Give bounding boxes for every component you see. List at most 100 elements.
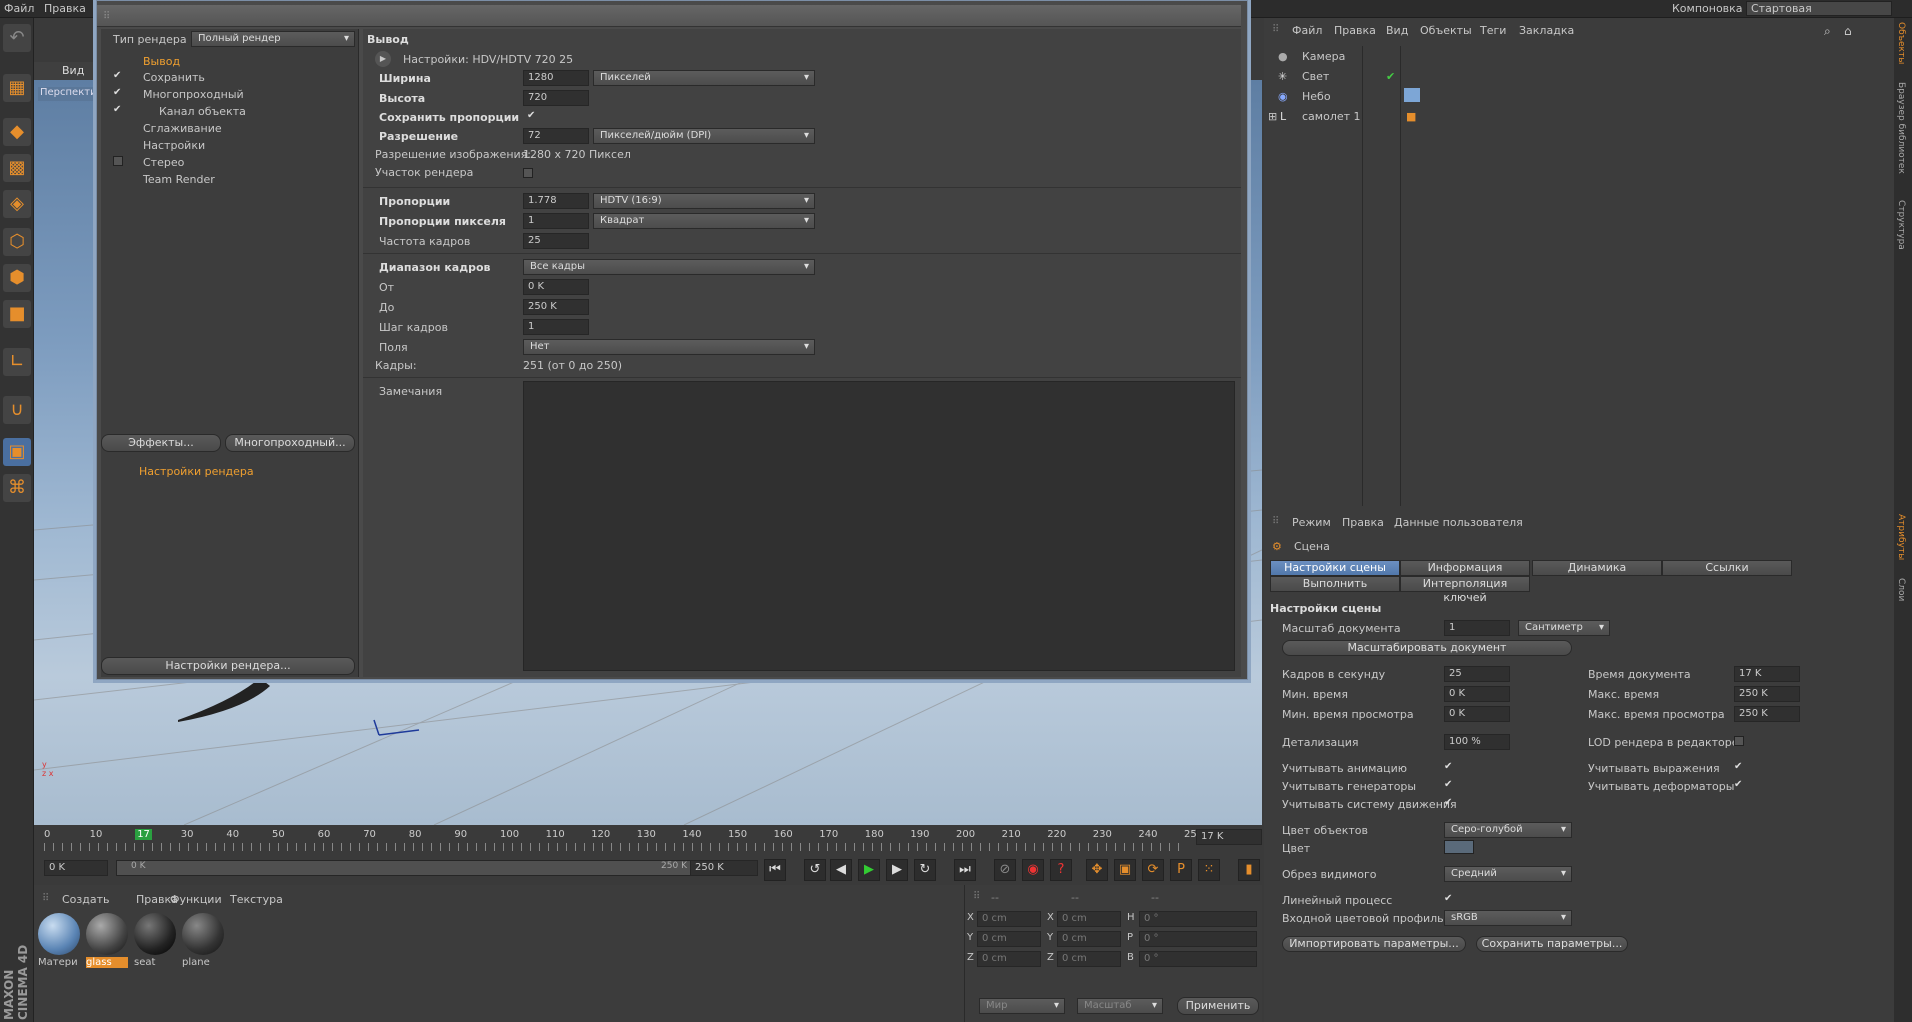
region-label[interactable]: Участок рендера [375, 166, 473, 179]
use-gen-check[interactable]: ✔ [1444, 780, 1454, 790]
mat-menu-function[interactable]: Функции [170, 893, 222, 906]
import-params-button[interactable]: Импортировать параметры... [1282, 936, 1466, 952]
view-menu[interactable]: Вид [62, 64, 84, 77]
height-field[interactable]: 720 [523, 90, 589, 106]
tab-dynamics[interactable]: Динамика [1532, 560, 1662, 576]
material-glass-label[interactable]: glass [86, 957, 128, 968]
side-tab-library[interactable]: Браузер библиотек [1896, 82, 1906, 174]
render-type-dropdown[interactable]: Полный рендер [191, 31, 355, 47]
object-mode-icon[interactable]: ◆ [3, 118, 31, 146]
move-key-icon[interactable]: ✥ [1086, 859, 1108, 881]
material-plane-label[interactable]: plane [182, 957, 224, 968]
scale-document-button[interactable]: Масштабировать документ [1282, 640, 1572, 656]
start-frame-field[interactable]: 0 K [44, 860, 108, 876]
render-settings-item[interactable]: Настройки рендера [139, 465, 254, 478]
effects-button[interactable]: Эффекты... [101, 434, 221, 452]
color-swatch[interactable] [1444, 840, 1474, 854]
coord-field[interactable]: 0 ° [1139, 951, 1257, 967]
tab-execute[interactable]: Выполнить [1270, 576, 1400, 592]
save-params-button[interactable]: Сохранить параметры... [1476, 936, 1628, 952]
material-sky-label[interactable]: Матери [38, 957, 80, 968]
menu-file[interactable]: Файл [4, 2, 34, 15]
min-time-field[interactable]: 0 K [1444, 686, 1510, 702]
linear-check[interactable]: ✔ [1444, 894, 1454, 904]
doc-scale-field[interactable]: 1 [1444, 620, 1510, 636]
clip-dropdown[interactable]: Средний [1444, 866, 1572, 882]
notes-textarea[interactable] [523, 381, 1235, 671]
doc-time-field[interactable]: 17 K [1734, 666, 1800, 682]
tree-save[interactable]: Сохранить [143, 71, 205, 84]
obj-item-plane[interactable]: самолет 1 [1302, 110, 1361, 123]
fps-field[interactable]: 25 [1444, 666, 1510, 682]
obj-item-light[interactable]: Свет [1302, 70, 1329, 83]
side-tab-structure[interactable]: Структура [1896, 200, 1906, 250]
current-frame-field[interactable]: 17 K [1196, 829, 1262, 845]
scale-key-icon[interactable]: ▣ [1114, 859, 1136, 881]
width-unit-dropdown[interactable]: Пикселей [593, 70, 815, 86]
max-time-field[interactable]: 250 K [1734, 686, 1800, 702]
tree-stereo[interactable]: Стерео [143, 156, 184, 169]
snap-icon[interactable]: ▣ [3, 438, 31, 466]
pixel-aspect-field[interactable]: 1 [523, 213, 589, 229]
coord-field[interactable]: 0 ° [1139, 911, 1257, 927]
go-to-end-icon[interactable]: ⏭ [954, 859, 976, 881]
tree-team-render[interactable]: Team Render [143, 173, 215, 186]
attr-menu-edit[interactable]: Правка [1342, 516, 1384, 529]
home-icon[interactable]: ⌂ [1844, 24, 1852, 38]
side-tab-layers[interactable]: Слои [1896, 578, 1906, 601]
multipass-check[interactable]: ✔ [113, 88, 123, 98]
enabled-check-icon[interactable]: ✔ [1386, 70, 1395, 83]
axis-icon[interactable]: ∟ [3, 348, 31, 376]
use-anim-check[interactable]: ✔ [1444, 762, 1454, 772]
obj-color-dropdown[interactable]: Серо-голубой [1444, 822, 1572, 838]
save-check[interactable]: ✔ [113, 71, 123, 81]
width-field[interactable]: 1280 [523, 70, 589, 86]
record-icon[interactable]: ◉ [1022, 859, 1044, 881]
coord-field[interactable]: 0 ° [1139, 931, 1257, 947]
next-frame-icon[interactable]: ▶ [886, 859, 908, 881]
attr-menu-mode[interactable]: Режим [1292, 516, 1331, 529]
coord-system-dropdown[interactable]: Мир [979, 998, 1065, 1014]
sky-material-tag[interactable] [1404, 88, 1420, 102]
search-icon[interactable]: ⌕ [1824, 24, 1831, 39]
preset-play-icon[interactable]: ▶ [375, 51, 391, 67]
grid-key-icon[interactable]: ⁙ [1198, 859, 1220, 881]
max-preview-field[interactable]: 250 K [1734, 706, 1800, 722]
tab-key-interp[interactable]: Интерполяция ключей [1400, 576, 1530, 604]
tree-multipass[interactable]: Многопроходный [143, 88, 244, 101]
undo-icon[interactable]: ↶ [3, 24, 31, 52]
attr-menu-userdata[interactable]: Данные пользователя [1394, 516, 1523, 529]
mat-menu-create[interactable]: Создать [62, 893, 110, 906]
magnet-icon[interactable]: ∪ [3, 396, 31, 424]
coord-field[interactable]: 0 cm [1057, 911, 1121, 927]
layout-dropdown[interactable]: Стартовая [1746, 1, 1892, 16]
lod-field[interactable]: 100 % [1444, 734, 1510, 750]
aspect-preset-dropdown[interactable]: HDTV (16:9) [593, 193, 815, 209]
material-plane-swatch[interactable] [182, 913, 224, 955]
polygons-mode-icon[interactable]: ■ [3, 300, 31, 328]
expand-icon[interactable]: ⊞ [1268, 110, 1277, 123]
material-seat-label[interactable]: seat [134, 957, 176, 968]
to-field[interactable]: 250 K [523, 299, 589, 315]
fps-field[interactable]: 25 [523, 233, 589, 249]
tree-options[interactable]: Настройки [143, 139, 205, 152]
apply-button[interactable]: Применить [1177, 997, 1259, 1015]
obj-item-camera[interactable]: Камера [1302, 50, 1345, 63]
param-key-icon[interactable]: P [1170, 859, 1192, 881]
side-tab-attributes[interactable]: Атрибуты [1896, 514, 1906, 560]
rotate-key-icon[interactable]: ⟳ [1142, 859, 1164, 881]
lock-workplane-icon[interactable]: ⌘ [3, 474, 31, 502]
obj-menu-edit[interactable]: Правка [1334, 24, 1376, 37]
film-icon[interactable]: ▮ [1238, 859, 1260, 881]
range-slider[interactable]: 0 K 250 K [116, 860, 702, 876]
stereo-check[interactable] [113, 156, 123, 166]
use-expr-check[interactable]: ✔ [1734, 762, 1744, 772]
multipass-button[interactable]: Многопроходный... [225, 434, 355, 452]
material-sky-swatch[interactable] [38, 913, 80, 955]
region-check[interactable] [523, 168, 533, 178]
model-mode-icon[interactable]: ▦ [3, 74, 31, 102]
doc-scale-unit-dropdown[interactable]: Сантиметр [1518, 620, 1610, 636]
protection-tag-icon[interactable]: ■ [1406, 110, 1416, 123]
from-field[interactable]: 0 K [523, 279, 589, 295]
lod-render-check[interactable] [1734, 736, 1744, 746]
